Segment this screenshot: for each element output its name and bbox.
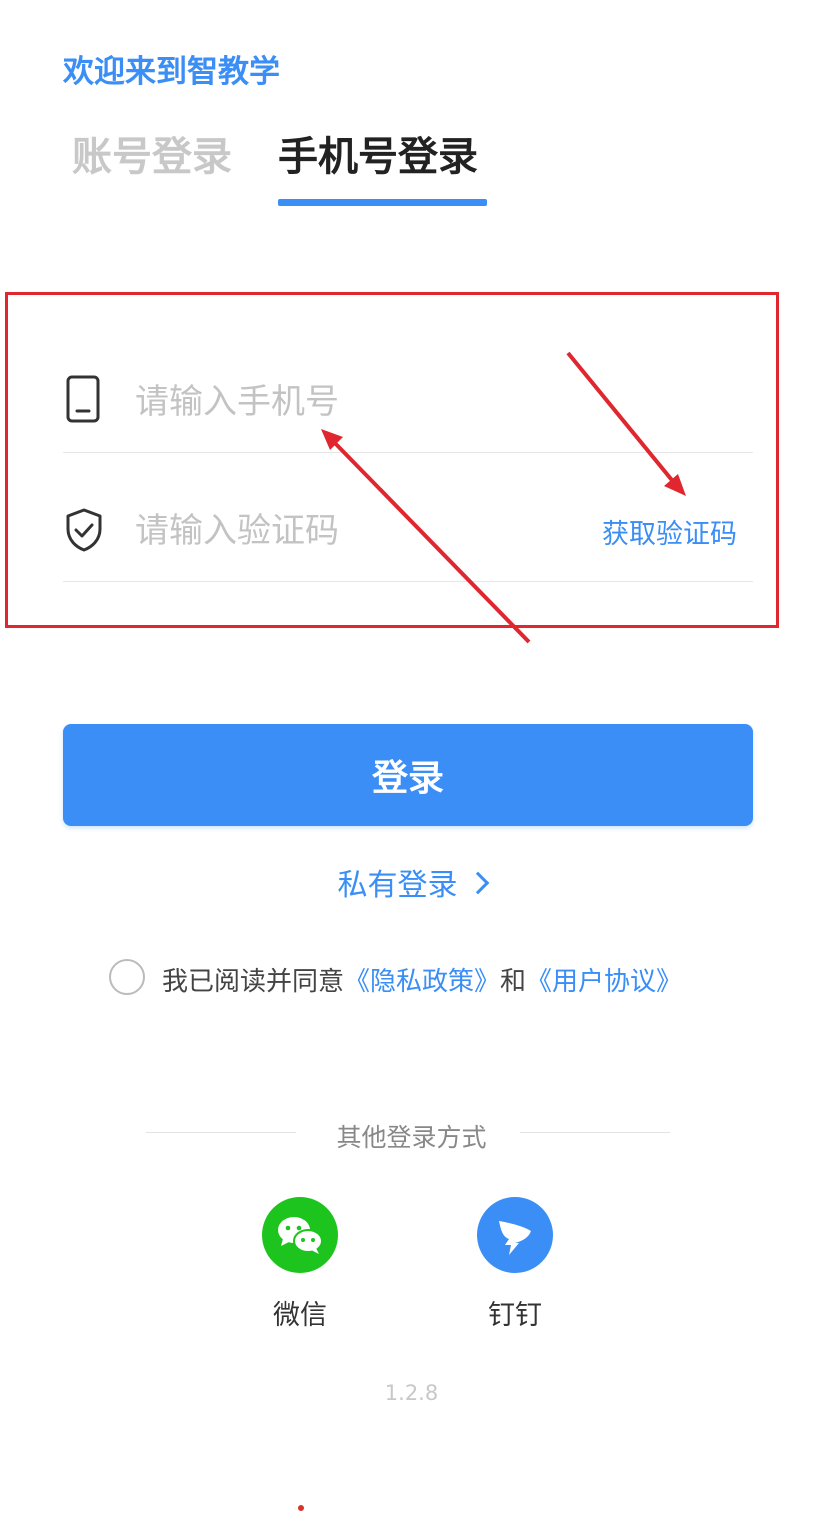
- decorative-dot: [298, 1505, 304, 1511]
- dingtalk-label: 钉钉: [488, 1300, 542, 1331]
- shield-check-icon: [66, 508, 102, 552]
- version-text: 1.2.8: [384, 1381, 439, 1405]
- private-login-link[interactable]: 私有登录: [0, 860, 823, 904]
- phone-icon: [66, 375, 100, 423]
- dingtalk-login-button[interactable]: [477, 1197, 553, 1273]
- wechat-icon: [278, 1217, 323, 1254]
- phone-divider: [63, 452, 753, 453]
- agreement-checkbox[interactable]: [109, 959, 145, 995]
- arrowhead-get-code: [664, 474, 686, 496]
- login-button[interactable]: 登录: [63, 724, 753, 826]
- chevron-right-icon: [466, 871, 489, 895]
- get-code-button[interactable]: 获取验证码: [602, 512, 737, 551]
- agreement-and: 和: [500, 967, 527, 997]
- active-tab-indicator: [278, 199, 487, 206]
- code-divider: [63, 581, 753, 582]
- tab-account-login[interactable]: 账号登录: [72, 124, 232, 182]
- agreement-prefix: 我已阅读并同意: [162, 967, 345, 997]
- annotation-highlight-box: [5, 292, 779, 628]
- dingtalk-icon: [499, 1221, 531, 1255]
- arrowhead-phone-input: [321, 429, 343, 450]
- phone-input[interactable]: [135, 374, 695, 430]
- private-login-label: 私有登录: [337, 868, 458, 903]
- other-login-title: 其他登录方式: [336, 1123, 487, 1152]
- privacy-policy-link[interactable]: 《隐私政策》: [344, 967, 500, 997]
- agreement-text: 我已阅读并同意《隐私政策》和《用户协议》: [162, 961, 682, 998]
- user-agreement-link[interactable]: 《用户协议》: [526, 967, 682, 997]
- wechat-login-button[interactable]: [262, 1197, 338, 1273]
- verification-code-input[interactable]: [135, 503, 565, 559]
- wechat-label: 微信: [273, 1300, 327, 1331]
- welcome-title: 欢迎来到智教学: [63, 54, 280, 90]
- tab-phone-login[interactable]: 手机号登录: [278, 124, 478, 182]
